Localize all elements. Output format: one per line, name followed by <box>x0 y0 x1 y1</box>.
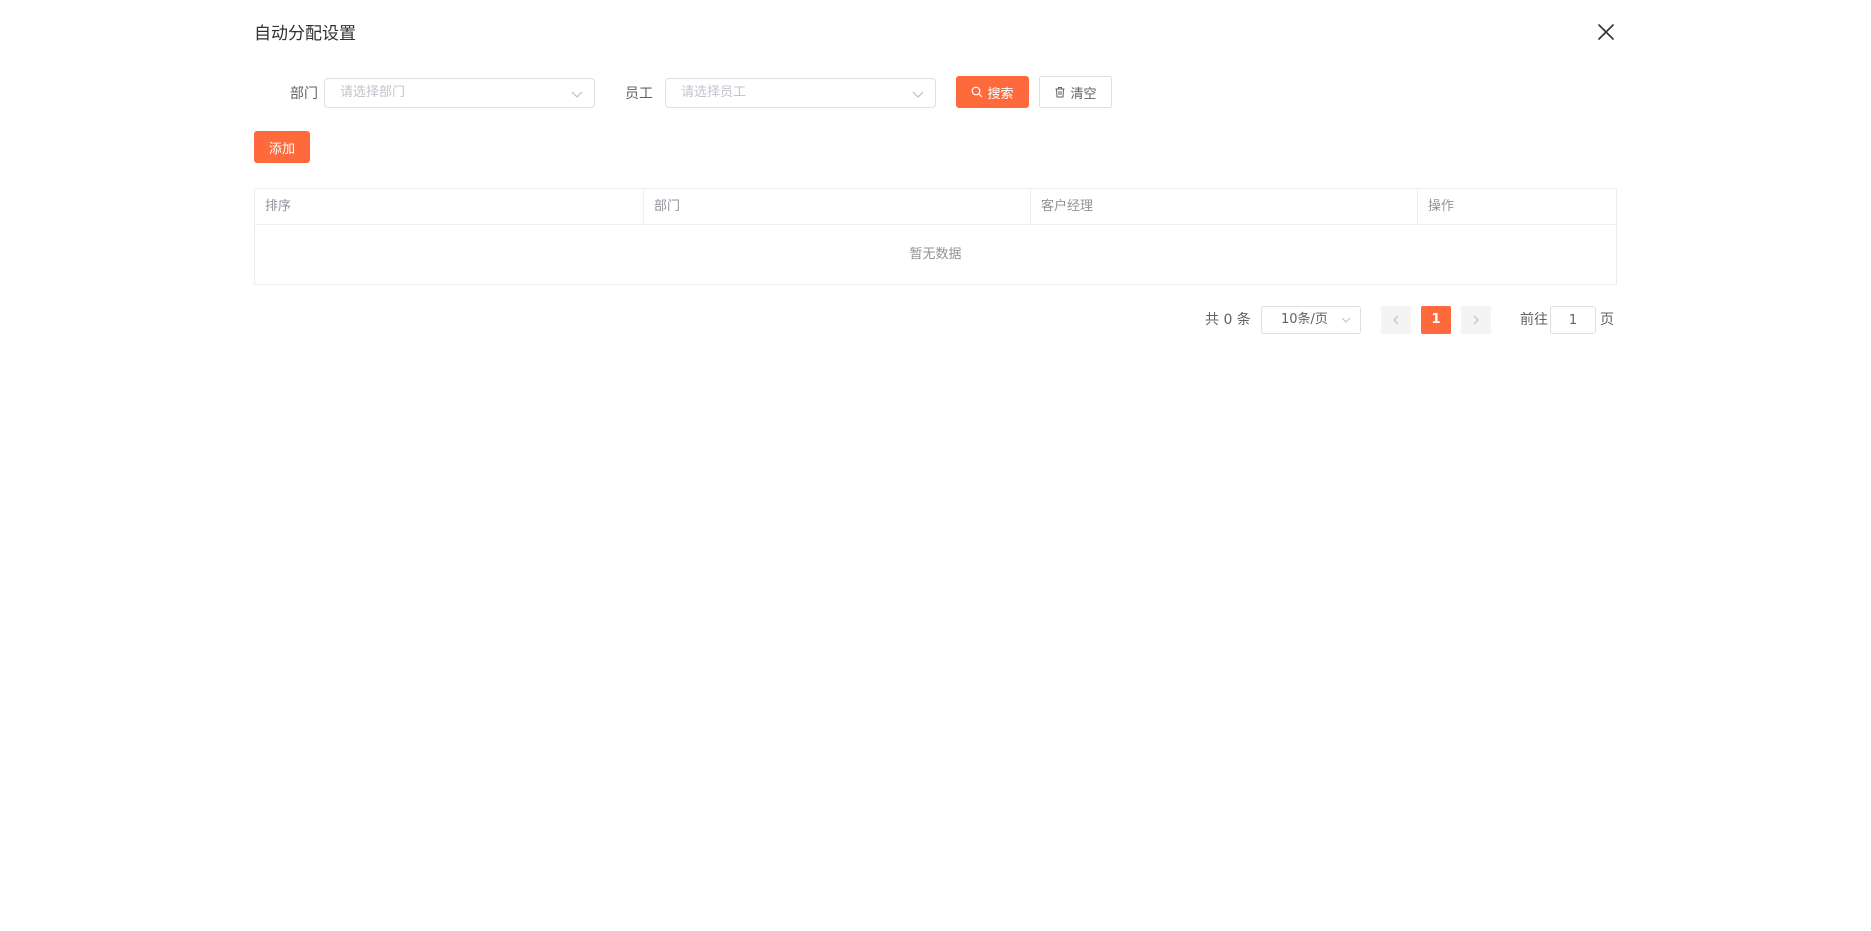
clear-button[interactable]: 清空 <box>1039 76 1112 108</box>
close-icon[interactable] <box>1594 20 1618 44</box>
chevron-down-icon <box>1341 317 1351 323</box>
column-header-order: 排序 <box>255 189 644 224</box>
search-button[interactable]: 搜索 <box>956 76 1029 108</box>
auto-assign-dialog: 自动分配设置 部门 请选择部门 员工 请选择员工 搜索 清空 添加 排序 部门 … <box>0 0 1871 931</box>
chevron-down-icon <box>912 91 924 98</box>
page-number-current[interactable]: 1 <box>1421 306 1451 334</box>
clear-label: 清空 <box>1070 86 1097 102</box>
employee-label: 员工 <box>625 86 653 102</box>
dialog-title: 自动分配设置 <box>254 24 356 44</box>
add-label: 添加 <box>268 141 295 157</box>
department-placeholder: 请选择部门 <box>340 85 406 100</box>
goto-page-input[interactable] <box>1550 306 1596 334</box>
next-page-button[interactable] <box>1461 306 1491 334</box>
column-header-manager: 客户经理 <box>1031 189 1418 224</box>
search-icon <box>972 86 983 98</box>
total-count: 共 0 条 <box>1205 312 1251 328</box>
trash-icon <box>1055 87 1065 98</box>
chevron-left-icon <box>1393 315 1399 325</box>
add-button[interactable]: 添加 <box>254 131 310 163</box>
department-select[interactable]: 请选择部门 <box>324 78 595 108</box>
goto-prefix: 前往 <box>1520 312 1548 328</box>
page-size-select[interactable]: 10条/页 <box>1261 306 1361 334</box>
empty-text: 暂无数据 <box>909 247 962 262</box>
employee-placeholder: 请选择员工 <box>681 85 747 100</box>
department-label: 部门 <box>290 86 318 102</box>
table-header: 排序 部门 客户经理 操作 <box>255 189 1616 225</box>
chevron-down-icon <box>571 91 583 98</box>
column-header-department: 部门 <box>644 189 1031 224</box>
prev-page-button[interactable] <box>1381 306 1411 334</box>
search-label: 搜索 <box>987 86 1014 102</box>
employee-select[interactable]: 请选择员工 <box>665 78 936 108</box>
column-header-actions: 操作 <box>1428 199 1455 214</box>
page-size-value: 10条/页 <box>1281 312 1328 327</box>
goto-suffix: 页 <box>1600 312 1614 328</box>
chevron-right-icon <box>1473 315 1479 325</box>
assignment-table: 排序 部门 客户经理 操作 暂无数据 <box>254 188 1617 285</box>
